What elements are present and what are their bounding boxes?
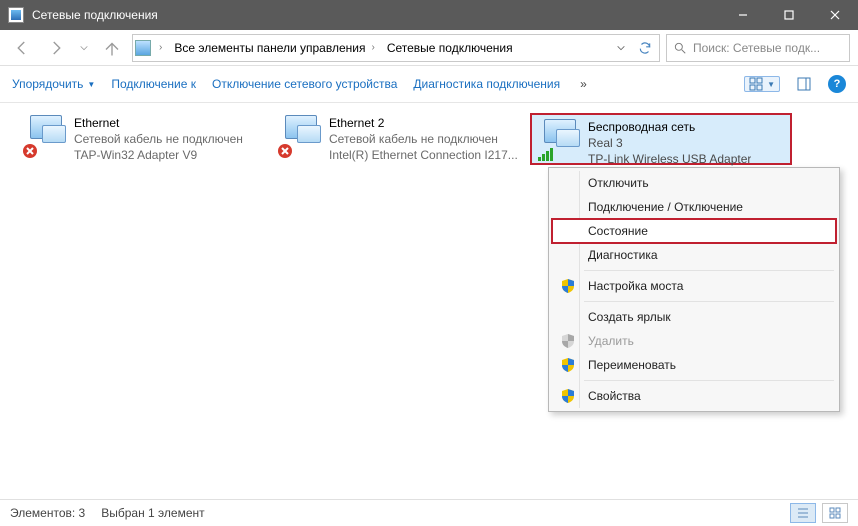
network-adapter-icon (538, 119, 580, 161)
menu-separator (584, 380, 834, 381)
uac-shield-icon (560, 333, 576, 349)
adapter-ethernet2[interactable]: Ethernet 2 Сетевой кабель не подключен I… (275, 113, 525, 161)
adapter-device: TP-Link Wireless USB Adapter (588, 151, 751, 167)
titlebar: Сетевые подключения (0, 0, 858, 30)
preview-pane-icon (797, 77, 811, 91)
chevron-right-icon: › (159, 42, 162, 53)
diagnose-button[interactable]: Диагностика подключения (413, 77, 560, 91)
address-box[interactable]: › Все элементы панели управления › Сетев… (132, 34, 660, 62)
uac-shield-icon (560, 357, 576, 373)
minimize-button[interactable] (720, 0, 766, 30)
adapter-status: Сетевой кабель не подключен (329, 131, 518, 147)
context-menu: Отключить Подключение / Отключение Состо… (548, 167, 840, 412)
menu-create-shortcut[interactable]: Создать ярлык (552, 305, 836, 329)
menu-delete: Удалить (552, 329, 836, 353)
status-selection: Выбран 1 элемент (101, 506, 204, 520)
adapter-name: Ethernet 2 (329, 115, 518, 131)
adapter-name: Беспроводная сеть (588, 119, 751, 135)
breadcrumb-network-connections[interactable]: Сетевые подключения (383, 35, 517, 61)
breadcrumb-level-up[interactable]: › (155, 35, 166, 61)
window-title: Сетевые подключения (32, 8, 720, 22)
view-tiles-icon (749, 77, 763, 91)
connect-to-button[interactable]: Подключение к (111, 77, 196, 91)
disconnected-icon (22, 143, 38, 159)
back-button[interactable] (8, 34, 36, 62)
adapter-device: TAP-Win32 Adapter V9 (74, 147, 243, 163)
disconnected-icon (277, 143, 293, 159)
help-button[interactable]: ? (828, 75, 846, 93)
network-adapter-icon (24, 115, 66, 157)
menu-separator (584, 301, 834, 302)
adapter-ethernet[interactable]: Ethernet Сетевой кабель не подключен TAP… (20, 113, 270, 161)
close-button[interactable] (812, 0, 858, 30)
menu-properties[interactable]: Свойства (552, 384, 836, 408)
adapter-status: Сетевой кабель не подключен (74, 131, 243, 147)
menu-diagnose[interactable]: Диагностика (552, 243, 836, 267)
uac-shield-icon (560, 388, 576, 404)
recent-dropdown[interactable] (76, 34, 92, 62)
menu-bridge[interactable]: Настройка моста (552, 274, 836, 298)
address-dropdown[interactable] (611, 36, 631, 60)
status-bar: Элементов: 3 Выбран 1 элемент (0, 499, 858, 526)
toolbar: Упорядочить▼ Подключение к Отключение се… (0, 66, 858, 103)
chevron-down-icon: ▼ (87, 80, 95, 89)
network-adapter-icon (279, 115, 321, 157)
menu-rename[interactable]: Переименовать (552, 353, 836, 377)
maximize-button[interactable] (766, 0, 812, 30)
up-button[interactable] (98, 34, 126, 62)
network-connections-icon (8, 7, 24, 23)
organize-menu[interactable]: Упорядочить▼ (12, 77, 95, 91)
network-connections-window: Сетевые подключения › Все элементы панел… (0, 0, 858, 526)
uac-shield-icon (560, 278, 576, 294)
menu-separator (584, 270, 834, 271)
chevron-right-icon: › (371, 42, 374, 53)
view-large-icons-button[interactable] (822, 503, 848, 523)
location-icon (135, 40, 151, 56)
search-icon (673, 41, 687, 55)
breadcrumb-all-control[interactable]: Все элементы панели управления › (170, 35, 378, 61)
menu-disable[interactable]: Отключить (552, 171, 836, 195)
breadcrumb-label: Все элементы панели управления (174, 41, 365, 55)
content-area: Ethernet Сетевой кабель не подключен TAP… (0, 103, 858, 499)
adapter-device: Intel(R) Ethernet Connection I217... (329, 147, 518, 163)
view-mode-button[interactable]: ▼ (744, 76, 780, 92)
status-count: Элементов: 3 (10, 506, 85, 520)
adapter-name: Ethernet (74, 115, 243, 131)
toolbar-overflow[interactable]: » (576, 77, 591, 91)
disable-device-button[interactable]: Отключение сетевого устройства (212, 77, 397, 91)
breadcrumb-label: Сетевые подключения (387, 41, 513, 55)
adapter-status: Real 3 (588, 135, 751, 151)
chevron-down-icon: ▼ (767, 80, 775, 89)
window-buttons (720, 0, 858, 30)
adapter-wireless[interactable]: Беспроводная сеть Real 3 TP-Link Wireles… (530, 113, 792, 165)
menu-status[interactable]: Состояние (552, 219, 836, 243)
view-details-button[interactable] (790, 503, 816, 523)
search-placeholder: Поиск: Сетевые подк... (693, 41, 820, 55)
menu-connect-disconnect[interactable]: Подключение / Отключение (552, 195, 836, 219)
search-box[interactable]: Поиск: Сетевые подк... (666, 34, 850, 62)
address-row: › Все элементы панели управления › Сетев… (0, 30, 858, 66)
refresh-button[interactable] (633, 36, 657, 60)
preview-pane-button[interactable] (792, 76, 816, 92)
forward-button[interactable] (42, 34, 70, 62)
signal-strength-icon (538, 147, 556, 161)
